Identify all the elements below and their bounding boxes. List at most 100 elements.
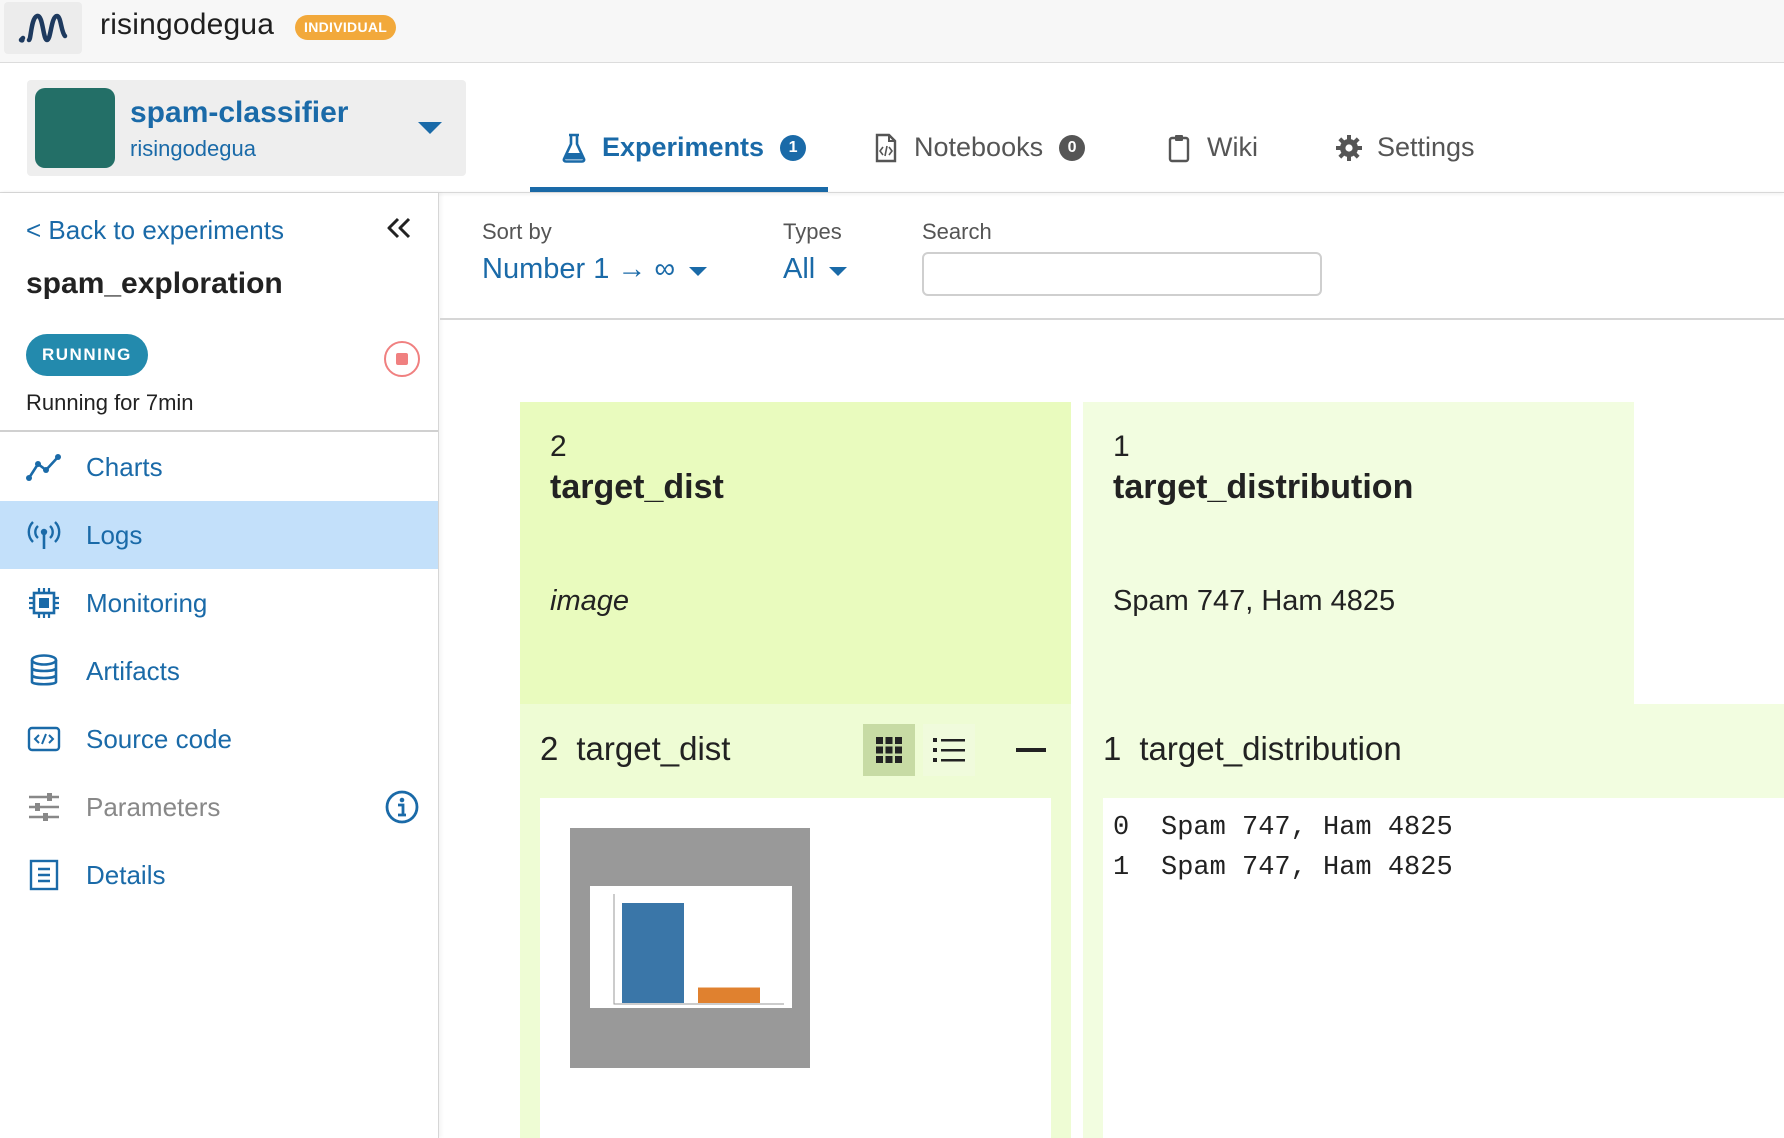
log-card[interactable]: 1 target_distribution Spam 747, Ham 4825 bbox=[1083, 402, 1634, 704]
notebooks-count-badge: 0 bbox=[1059, 135, 1086, 161]
log-lines: 0 Spam 747, Ham 4825 1 Spam 747, Ham 4825 bbox=[1113, 808, 1453, 888]
types-value: All bbox=[783, 253, 816, 285]
org-name[interactable]: risingodegua bbox=[100, 8, 274, 42]
minimize-panel-button[interactable] bbox=[1005, 724, 1057, 776]
sidebar-item-monitoring[interactable]: Monitoring bbox=[0, 569, 438, 637]
grid-view-button[interactable] bbox=[863, 724, 915, 776]
log-card-number: 2 bbox=[550, 430, 567, 463]
log-card[interactable]: 2 target_dist image bbox=[520, 402, 1071, 704]
code-icon bbox=[26, 721, 62, 757]
status-badge: RUNNING bbox=[26, 334, 148, 376]
sliders-icon bbox=[26, 789, 62, 825]
logs-content: 2 target_dist image 1 target_distributio… bbox=[440, 322, 1784, 1138]
log-line-index: 0 bbox=[1113, 813, 1130, 843]
list-view-button[interactable] bbox=[923, 724, 975, 776]
log-card-number: 1 bbox=[1113, 430, 1130, 463]
log-line: 0 Spam 747, Ham 4825 bbox=[1113, 808, 1453, 848]
log-panel-number: 2 bbox=[540, 730, 559, 767]
back-to-experiments-link[interactable]: < Back to experiments bbox=[26, 215, 284, 246]
tab-wiki[interactable]: Wiki bbox=[1165, 112, 1258, 192]
sort-by-label: Sort by bbox=[482, 219, 552, 244]
log-card-name: target_distribution bbox=[1113, 468, 1414, 506]
project-switcher[interactable]: spam-classifier risingodegua bbox=[27, 80, 466, 176]
collapse-sidebar-icon[interactable] bbox=[384, 213, 414, 243]
log-panel-body bbox=[540, 798, 1051, 1138]
thumbnail-bar bbox=[622, 903, 684, 1003]
sidebar-item-details[interactable]: Details bbox=[0, 841, 438, 909]
search-input[interactable] bbox=[922, 252, 1322, 296]
stop-icon bbox=[396, 353, 408, 365]
log-line-index: 1 bbox=[1113, 853, 1130, 883]
log-panel-title: 2 target_dist bbox=[540, 730, 730, 768]
sidebar-item-artifacts[interactable]: Artifacts bbox=[0, 637, 438, 705]
caret-down-icon bbox=[829, 267, 848, 276]
caret-down-icon bbox=[689, 267, 708, 276]
log-panel-header: 1 target_distribution bbox=[1083, 704, 1784, 798]
sidebar-item-label: Source code bbox=[86, 723, 232, 754]
log-panel-name: target_distribution bbox=[1139, 730, 1402, 767]
tab-settings[interactable]: Settings bbox=[1335, 112, 1475, 192]
types-label: Types bbox=[783, 219, 842, 244]
experiment-sidebar: < Back to experiments spam_exploration R… bbox=[0, 193, 439, 1138]
thumbnail-bar bbox=[698, 987, 760, 1003]
sidebar-item-label: Parameters bbox=[86, 791, 221, 822]
gear-icon bbox=[1335, 132, 1363, 164]
tab-notebooks-label: Notebooks bbox=[914, 132, 1044, 162]
log-panel-body: 0 Spam 747, Ham 4825 1 Spam 747, Ham 4825 bbox=[1103, 798, 1784, 1138]
sidebar-item-parameters[interactable]: Parameters bbox=[0, 773, 438, 841]
info-icon[interactable] bbox=[384, 789, 420, 825]
project-owner: risingodegua bbox=[130, 136, 256, 161]
thumbnail-plot-area bbox=[590, 886, 792, 1008]
neptune-logo-icon[interactable] bbox=[4, 2, 82, 54]
tab-experiments[interactable]: Experiments 1 bbox=[530, 112, 828, 192]
sidebar-item-logs[interactable]: Logs bbox=[0, 501, 438, 569]
project-name: spam-classifier bbox=[130, 96, 349, 129]
wave-logo-icon bbox=[18, 13, 68, 43]
minus-icon bbox=[1016, 748, 1046, 752]
chart-line-icon bbox=[26, 449, 62, 485]
search-label: Search bbox=[922, 219, 992, 244]
grid-icon bbox=[876, 737, 902, 763]
sort-by-value: Number 1 → ∞ bbox=[482, 253, 676, 285]
types-dropdown[interactable]: All bbox=[783, 253, 848, 286]
antenna-icon bbox=[26, 517, 62, 553]
running-duration: Running for 7min bbox=[26, 390, 194, 415]
log-line-text: Spam 747, Ham 4825 bbox=[1161, 813, 1453, 843]
log-card-type: image bbox=[550, 585, 629, 617]
log-panel-title: 1 target_distribution bbox=[1103, 730, 1402, 768]
sidebar-item-label: Charts bbox=[86, 451, 163, 482]
tab-experiments-label: Experiments bbox=[602, 132, 765, 162]
log-card-name: target_dist bbox=[550, 468, 724, 506]
database-icon bbox=[26, 653, 62, 689]
experiment-title: spam_exploration bbox=[26, 267, 283, 300]
sidebar-item-source-code[interactable]: Source code bbox=[0, 705, 438, 773]
log-line: 1 Spam 747, Ham 4825 bbox=[1113, 848, 1453, 888]
cpu-icon bbox=[26, 585, 62, 621]
flask-icon bbox=[560, 132, 588, 164]
experiments-count-badge: 1 bbox=[780, 135, 807, 161]
sidebar-nav: Charts Logs Monitoring Artifacts Source … bbox=[0, 433, 438, 909]
list-icon bbox=[933, 738, 965, 762]
top-bar: risingodegua INDIVIDUAL bbox=[0, 0, 1784, 63]
tab-wiki-label: Wiki bbox=[1207, 132, 1258, 162]
plan-badge: INDIVIDUAL bbox=[295, 15, 397, 40]
caret-down-icon bbox=[418, 122, 442, 134]
sidebar-item-label: Details bbox=[86, 859, 166, 890]
image-thumbnail[interactable] bbox=[570, 828, 810, 1068]
log-panel: 1 target_distribution 0 Spam 747, Ham 4825… bbox=[1083, 704, 1784, 1138]
sidebar-item-label: Artifacts bbox=[86, 655, 180, 686]
filter-bar: Sort by Number 1 → ∞ Types All Search bbox=[440, 193, 1784, 320]
document-icon bbox=[26, 857, 62, 893]
tab-notebooks[interactable]: Notebooks 0 bbox=[872, 112, 1086, 192]
stop-experiment-button[interactable] bbox=[384, 341, 420, 377]
clipboard-icon bbox=[1165, 132, 1193, 164]
sidebar-item-label: Logs bbox=[86, 519, 143, 550]
target-dist-thumbnail-chart bbox=[590, 886, 792, 1008]
tab-settings-label: Settings bbox=[1377, 132, 1475, 162]
sidebar-divider bbox=[0, 430, 438, 432]
log-panel-header: 2 target_dist bbox=[520, 704, 1071, 798]
notebook-icon bbox=[872, 132, 900, 164]
sort-by-dropdown[interactable]: Number 1 → ∞ bbox=[482, 253, 708, 286]
log-line-text: Spam 747, Ham 4825 bbox=[1161, 853, 1453, 883]
sidebar-item-charts[interactable]: Charts bbox=[0, 433, 438, 501]
